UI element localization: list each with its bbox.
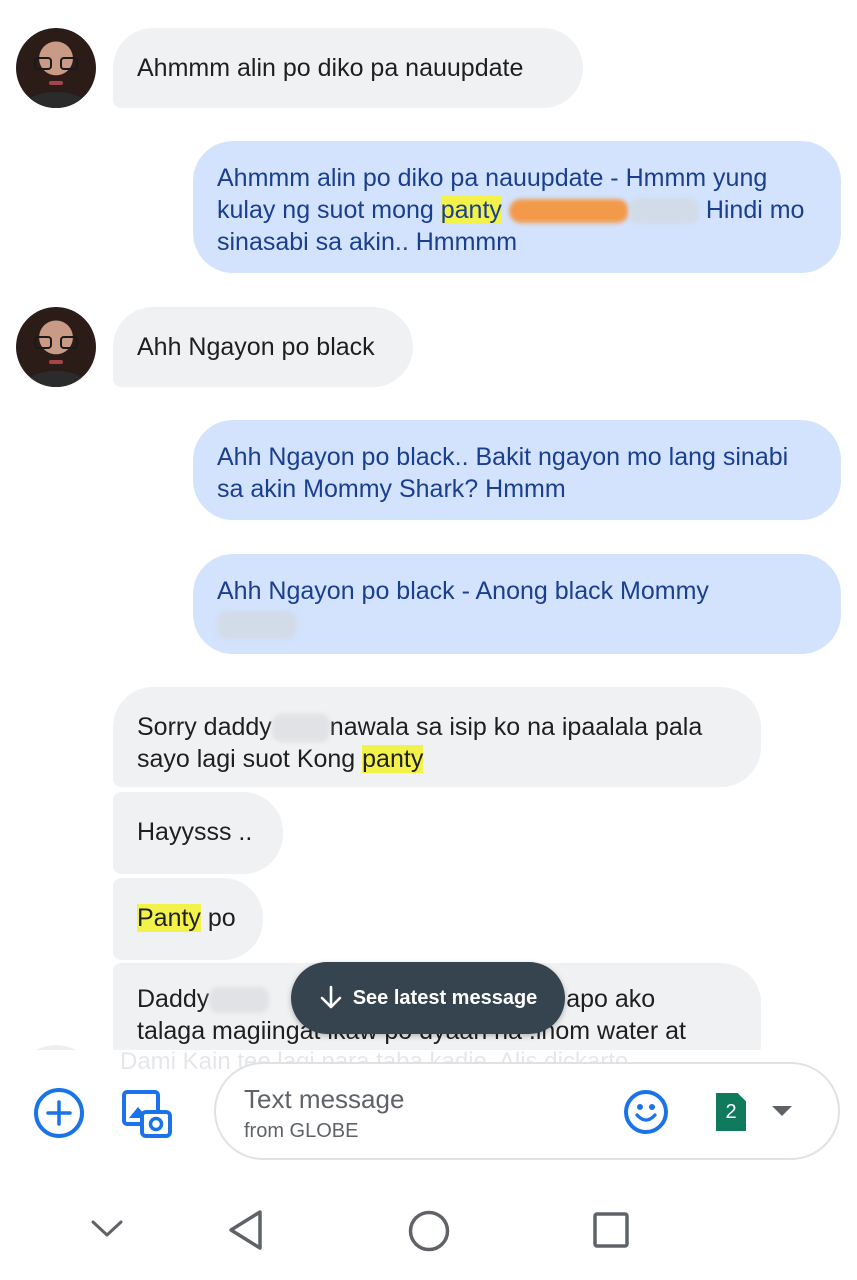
add-attachment-button[interactable] — [34, 1088, 84, 1138]
emoji-button[interactable] — [624, 1090, 668, 1134]
system-navigation-bar — [0, 1180, 857, 1280]
redacted-mark — [209, 987, 270, 1014]
message-text: Ahh Ngayon po black — [137, 333, 375, 361]
message-text: po — [200, 904, 236, 932]
incoming-message[interactable]: Ahmmm alin po diko pa nauupdate — [113, 28, 583, 108]
contact-avatar[interactable] — [16, 307, 96, 387]
message-thread: Ahmmm alin po diko pa nauupdate Ahmmm al… — [0, 0, 857, 1050]
message-text: apo ako — [566, 985, 656, 1013]
back-chevron-icon[interactable] — [90, 1218, 124, 1240]
contact-avatar[interactable] — [16, 1045, 96, 1050]
message-text: Ahh Ngayon po black.. Bakit ngayon mo la… — [217, 443, 789, 503]
redacted-mark — [628, 198, 699, 225]
emoji-icon — [635, 1104, 657, 1122]
highlighted-word: Panty — [137, 904, 201, 932]
sim-card-icon: 2 — [725, 1100, 737, 1123]
contact-avatar[interactable] — [16, 28, 96, 108]
incoming-message[interactable]: Sorry daddy nawala sa isip ko na ipaalala… — [113, 687, 761, 787]
incoming-message[interactable]: Panty po — [113, 878, 263, 960]
sim-selector-button[interactable]: 2 — [716, 1093, 746, 1131]
see-latest-message-button[interactable]: See latest message — [291, 962, 565, 1034]
highlighted-word: panty — [440, 196, 502, 224]
message-text: Ahh Ngayon po black - Anong black Mommy — [217, 577, 709, 605]
outgoing-message[interactable]: Ahh Ngayon po black.. Bakit ngayon mo la… — [193, 420, 841, 520]
message-text: Sorry daddy — [137, 713, 272, 741]
incoming-message[interactable]: Hayysss .. — [113, 792, 283, 874]
recents-square-icon[interactable] — [592, 1211, 630, 1249]
see-latest-label: See latest message — [352, 986, 538, 1009]
message-text: Ahmmm alin po diko pa nauupdate — [137, 54, 524, 82]
outgoing-message[interactable]: Ahmmm alin po diko pa nauupdate - Hmmm y… — [193, 141, 841, 273]
back-triangle-icon[interactable] — [226, 1208, 264, 1252]
highlighted-word: panty — [362, 745, 424, 773]
message-text: Daddy — [137, 985, 210, 1013]
gallery-icon — [122, 1090, 172, 1138]
incoming-message[interactable]: Ahh Ngayon po black — [113, 307, 413, 387]
redacted-mark — [217, 611, 297, 639]
redacted-mark — [508, 199, 629, 224]
gallery-button[interactable] — [120, 1088, 174, 1140]
message-input-placeholder[interactable]: Text message — [244, 1084, 404, 1115]
message-text: Hayysss .. — [137, 818, 253, 846]
carrier-label: from GLOBE — [244, 1120, 359, 1142]
add-icon — [46, 1100, 72, 1126]
outgoing-message[interactable]: Ahh Ngayon po black - Anong black Mommy — [193, 554, 841, 654]
redacted-mark — [271, 714, 330, 743]
dropdown-icon[interactable] — [772, 1106, 792, 1116]
home-circle-icon[interactable] — [407, 1209, 451, 1253]
arrow-down-icon — [320, 985, 342, 1009]
